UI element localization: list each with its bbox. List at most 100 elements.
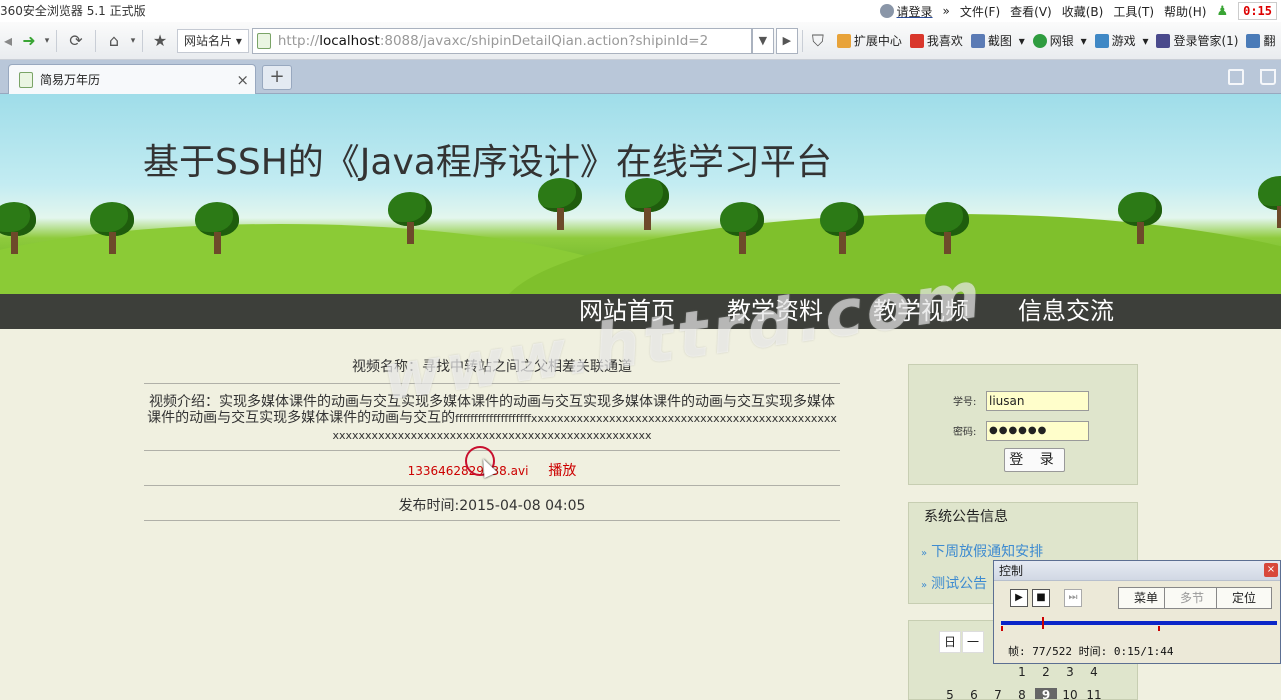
- calendar-day[interactable]: 6: [963, 688, 985, 699]
- nav-forum[interactable]: 信息交流: [1018, 296, 1114, 326]
- cube-icon: [836, 33, 851, 48]
- login-manager-button[interactable]: 登录管家(1): [1156, 32, 1238, 49]
- menu-favorites[interactable]: 收藏(B): [1062, 3, 1104, 20]
- refresh-icon[interactable]: ⟳: [61, 27, 91, 55]
- game-button[interactable]: 游戏 ▾: [1094, 32, 1148, 49]
- tree-decoration: [820, 202, 864, 258]
- nav-home[interactable]: 网站首页: [579, 296, 675, 326]
- tab-calendar[interactable]: 简易万年历 ×: [8, 64, 256, 94]
- tree-decoration: [1258, 176, 1281, 232]
- student-id-input[interactable]: liusan: [986, 391, 1089, 411]
- control-titlebar: 控制 ×: [994, 561, 1280, 581]
- back-arrow-icon[interactable]: ◂: [0, 27, 16, 55]
- calendar-day[interactable]: 11: [1083, 688, 1105, 699]
- new-tab-button[interactable]: +: [262, 65, 292, 90]
- address-bar[interactable]: http://localhost:8088/javaxc/shipinDetai…: [251, 27, 752, 54]
- notice-item[interactable]: » 测试公告: [921, 573, 987, 593]
- url-prefix: http://: [277, 32, 320, 49]
- translate-button[interactable]: 翻: [1246, 32, 1275, 49]
- weekday-sun: 日: [939, 631, 961, 653]
- calendar-day[interactable]: 4: [1083, 665, 1105, 679]
- address-dropdown-icon[interactable]: ▼: [751, 27, 774, 54]
- forward-arrow-icon[interactable]: ➜: [16, 27, 42, 55]
- go-icon[interactable]: ▶: [775, 27, 798, 54]
- bookmark-star-icon[interactable]: ★: [147, 27, 173, 55]
- site-cards-button[interactable]: 网站名片 ▾: [177, 28, 249, 53]
- forward-dropdown-icon[interactable]: ▾: [42, 27, 52, 55]
- video-intro-label: 视频介绍：: [149, 394, 219, 410]
- start-tick: [1001, 626, 1003, 631]
- browser-toolbar: ◂ ➜ ▾ ⟳ ⌂ ▾ ★ 网站名片 ▾ http://localhost:80…: [0, 22, 1281, 60]
- weekday-mon: 一: [962, 631, 984, 653]
- tree-decoration: [925, 202, 969, 258]
- menu-file[interactable]: 文件(F): [960, 3, 1000, 20]
- student-id-label: 学号:: [953, 397, 977, 408]
- home-dropdown-icon[interactable]: ▾: [128, 27, 138, 55]
- tree-decoration: [720, 202, 764, 258]
- divider: [801, 29, 803, 52]
- password-input[interactable]: ●●●●●●: [986, 421, 1089, 441]
- multi-section-button[interactable]: 多节: [1164, 587, 1220, 609]
- home-icon[interactable]: ⌂: [100, 27, 128, 55]
- main-nav: 网站首页 教学资料 教学视频 信息交流: [0, 294, 1281, 329]
- calendar-day[interactable]: 5: [939, 688, 961, 699]
- playback-position-marker[interactable]: [1041, 617, 1044, 629]
- publish-time: 发布时间:2015-04-08 04:05: [398, 498, 586, 514]
- tab-bar: 简易万年历 × +: [0, 60, 1281, 94]
- calendar-day[interactable]: 10: [1059, 688, 1081, 699]
- close-icon[interactable]: ×: [1264, 563, 1278, 577]
- bank-button[interactable]: 网银 ▾: [1032, 32, 1087, 49]
- login-button[interactable]: 登 录: [1004, 448, 1065, 472]
- password-label: 密码:: [953, 427, 977, 438]
- close-icon[interactable]: ×: [236, 71, 249, 89]
- nav-videos[interactable]: 教学视频: [873, 296, 969, 326]
- video-name-row: 视频名称：寻找中转站之间之父相差关联通道: [144, 329, 840, 384]
- tab-title: 简易万年历: [40, 73, 101, 87]
- browser-menu: 请登录 » 文件(F) 查看(V) 收藏(B) 工具(T) 帮助(H) ♟ 0:…: [879, 0, 1281, 22]
- site-title: 基于SSH的《Java程序设计》在线学习平台: [143, 142, 832, 183]
- section-tick: [1158, 626, 1160, 631]
- skin-icon[interactable]: ♟: [1216, 4, 1228, 19]
- video-name-label: 视频名称：: [352, 359, 422, 375]
- trash-icon[interactable]: [1260, 69, 1276, 85]
- calendar-day[interactable]: 1: [1011, 665, 1033, 679]
- login-link[interactable]: 请登录: [879, 3, 933, 20]
- translate-icon: [1246, 33, 1261, 48]
- scissors-icon: [970, 33, 985, 48]
- favorite-button[interactable]: 我喜欢: [909, 32, 963, 49]
- video-name-value: 寻找中转站之间之父相差关联通道: [422, 359, 632, 375]
- publish-time-row: 发布时间:2015-04-08 04:05: [144, 486, 840, 521]
- divider: [56, 29, 57, 52]
- tree-decoration: [1118, 192, 1162, 248]
- tree-decoration: [0, 202, 36, 258]
- menu-help[interactable]: 帮助(H): [1164, 3, 1206, 20]
- calendar-day-today[interactable]: 9: [1035, 688, 1057, 699]
- coin-icon: [1032, 33, 1047, 48]
- menu-view[interactable]: 查看(V): [1010, 3, 1052, 20]
- video-detail: 视频名称：寻找中转站之间之父相差关联通道 视频介绍：实现多媒体课件的动画与交互实…: [144, 329, 840, 521]
- calendar-day[interactable]: 8: [1011, 688, 1033, 699]
- tree-decoration: [195, 202, 239, 258]
- browser-titlebar: 360安全浏览器 5.1 正式版 请登录 » 文件(F) 查看(V) 收藏(B)…: [0, 0, 1281, 22]
- calendar-day[interactable]: 2: [1035, 665, 1057, 679]
- play-icon[interactable]: ▶: [1010, 589, 1028, 607]
- video-intro-row: 视频介绍：实现多媒体课件的动画与交互实现多媒体课件的动画与交互实现多媒体课件的动…: [144, 384, 840, 451]
- play-link[interactable]: 播放: [548, 463, 576, 479]
- extension-center-button[interactable]: 扩展中心: [836, 32, 902, 49]
- screenshot-button[interactable]: 截图 ▾: [970, 32, 1025, 49]
- next-frame-icon[interactable]: ⏭: [1064, 589, 1082, 607]
- divider: [142, 29, 143, 52]
- restore-tabs-icon[interactable]: [1228, 69, 1244, 85]
- menu-tools[interactable]: 工具(T): [1113, 3, 1154, 20]
- page-icon: [256, 32, 271, 49]
- nav-materials[interactable]: 教学资料: [727, 296, 823, 326]
- heart-icon: [909, 33, 924, 48]
- shield-icon[interactable]: ⛉: [807, 27, 829, 55]
- stop-icon[interactable]: ■: [1032, 589, 1050, 607]
- calendar-day[interactable]: 3: [1059, 665, 1081, 679]
- notice-item[interactable]: » 下周放假通知安排: [921, 541, 1043, 561]
- bullet-icon: »: [921, 548, 928, 559]
- login-panel: 学号: liusan 密码: ●●●●●● 登 录: [908, 364, 1138, 485]
- calendar-day[interactable]: 7: [987, 688, 1009, 699]
- locate-button[interactable]: 定位: [1216, 587, 1272, 609]
